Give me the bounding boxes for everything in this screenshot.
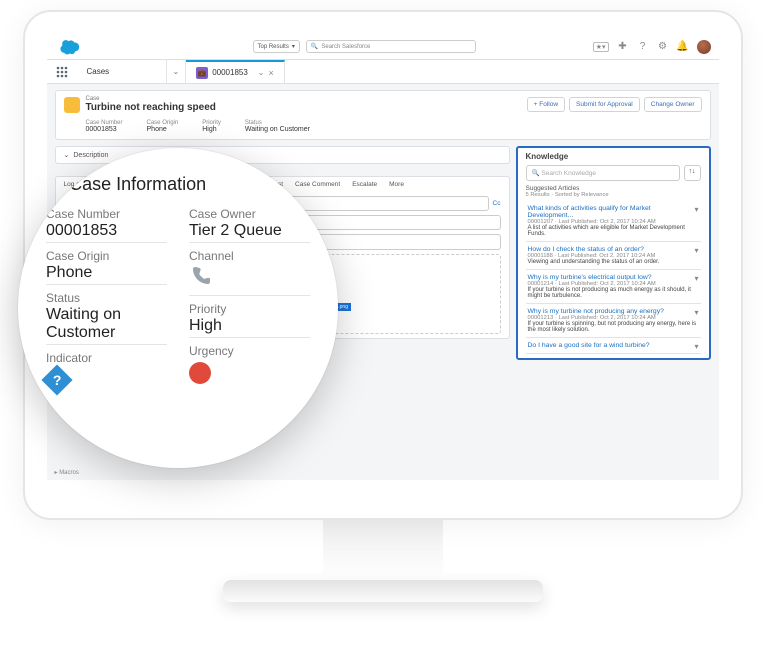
knowledge-article[interactable]: ▾ What kinds of activities qualify for M… xyxy=(526,201,701,242)
knowledge-search-input[interactable]: 🔍 Search Knowledge xyxy=(526,165,680,181)
workspace-nav: Cases ⌄ 💼 00001853 ⌄ × xyxy=(47,60,719,84)
article-title[interactable]: Do I have a good site for a wind turbine… xyxy=(528,342,699,349)
submit-approval-button[interactable]: Submit for Approval xyxy=(569,97,640,112)
search-scope-picker[interactable]: Top Results ▾ xyxy=(253,40,300,53)
knowledge-suggested-label: Suggested Articles xyxy=(526,185,701,192)
article-title[interactable]: What kinds of activities qualify for Mar… xyxy=(528,205,699,219)
hl-casenum: 00001853 xyxy=(86,126,123,133)
search-icon: 🔍 xyxy=(311,43,318,50)
close-icon[interactable]: × xyxy=(269,68,274,78)
article-menu-icon[interactable]: ▾ xyxy=(694,274,698,283)
urgency-indicator-icon xyxy=(189,362,211,384)
app-launcher-icon[interactable] xyxy=(47,60,77,83)
article-desc: Viewing and understanding the status of … xyxy=(528,259,699,265)
article-title[interactable]: How do I check the status of an order? xyxy=(528,246,699,253)
monitor-stand-base xyxy=(223,580,543,602)
article-menu-icon[interactable]: ▾ xyxy=(694,342,698,351)
header-actions: ★▾ ✚ ? ⚙ 🔔 xyxy=(593,40,711,54)
knowledge-sort-button[interactable]: ↑↓ xyxy=(684,165,701,181)
follow-button[interactable]: + Follow xyxy=(527,97,565,112)
tab-record-label: 00001853 xyxy=(212,68,248,77)
article-title[interactable]: Why is my turbine's electrical output lo… xyxy=(528,274,699,281)
chevron-down-icon: ⌄ xyxy=(64,151,70,159)
field-case-number: Case Number 00001853 xyxy=(46,207,167,243)
notification-bell-icon[interactable]: 🔔 xyxy=(677,41,689,53)
hl-priority: High xyxy=(202,126,221,133)
email-cc-toggle[interactable]: Cc xyxy=(493,200,501,207)
knowledge-article[interactable]: ▾ How do I check the status of an order?… xyxy=(526,242,701,270)
utility-bar-macros[interactable]: ▸ Macros xyxy=(55,469,79,476)
action-case-comment[interactable]: Case Comment xyxy=(295,181,340,188)
article-menu-icon[interactable]: ▾ xyxy=(694,246,698,255)
case-icon: 💼 xyxy=(196,67,208,79)
knowledge-panel: Knowledge 🔍 Search Knowledge ↑↓ Suggeste… xyxy=(516,146,711,360)
article-menu-icon[interactable]: ▾ xyxy=(694,308,698,317)
article-desc: A list of activities which are eligible … xyxy=(528,225,699,237)
field-indicator: Indicator ? xyxy=(46,351,167,393)
tab-label: Cases xyxy=(87,67,110,76)
knowledge-article[interactable]: ▾ Why is my turbine not producing any en… xyxy=(526,304,701,338)
zoom-lens: ⌄ Case Information Case Number 00001853 … xyxy=(18,148,338,468)
knowledge-article[interactable]: ▾ Why is my turbine's electrical output … xyxy=(526,270,701,304)
search-scope-label: Top Results xyxy=(258,44,289,50)
phone-icon xyxy=(189,264,213,288)
change-owner-button[interactable]: Change Owner xyxy=(644,97,702,112)
search-placeholder: Search Salesforce xyxy=(321,44,370,50)
help-icon[interactable]: ? xyxy=(637,41,649,53)
field-urgency: Urgency xyxy=(189,344,310,386)
knowledge-title: Knowledge xyxy=(526,152,701,161)
field-priority: Priority High xyxy=(189,302,310,338)
gear-icon[interactable]: ⚙ xyxy=(657,41,669,53)
section-case-information-header[interactable]: ⌄ Case Information xyxy=(46,174,310,195)
case-record-icon xyxy=(64,97,80,113)
action-more[interactable]: More xyxy=(389,181,404,188)
article-title[interactable]: Why is my turbine not producing any ener… xyxy=(528,308,699,315)
highlights-panel: Case Turbine not reaching speed + Follow… xyxy=(55,90,711,140)
avatar[interactable] xyxy=(697,40,711,54)
favorites-button[interactable]: ★▾ xyxy=(593,42,609,52)
article-desc: If your turbine is spinning, but not pro… xyxy=(528,321,699,333)
article-menu-icon[interactable]: ▾ xyxy=(694,205,698,214)
chevron-down-icon[interactable]: ⌄ xyxy=(258,68,265,77)
tab-cases[interactable]: Cases xyxy=(77,60,167,83)
action-escalate[interactable]: Escalate xyxy=(352,181,377,188)
question-diamond-icon: ? xyxy=(41,364,72,395)
chevron-down-icon: ▾ xyxy=(292,43,295,50)
field-channel: Channel xyxy=(189,249,310,296)
tab-cases-menu[interactable]: ⌄ xyxy=(167,60,187,83)
monitor-stand-neck xyxy=(323,520,443,580)
field-case-owner: Case Owner Tier 2 Queue xyxy=(189,207,310,243)
global-header: Top Results ▾ 🔍 Search Salesforce ★▾ ✚ ?… xyxy=(47,34,719,60)
knowledge-list: ▾ What kinds of activities qualify for M… xyxy=(526,201,701,354)
article-desc: If your turbine is not producing as much… xyxy=(528,287,699,299)
field-case-origin: Case Origin Phone xyxy=(46,249,167,285)
field-status: Status Waiting on Customer xyxy=(46,291,167,345)
knowledge-article[interactable]: ▾ Do I have a good site for a wind turbi… xyxy=(526,338,701,354)
add-icon[interactable]: ✚ xyxy=(617,41,629,53)
knowledge-results-count: 5 Results · Sorted by Relevance xyxy=(526,192,701,198)
record-title: Turbine not reaching speed xyxy=(86,102,216,113)
salesforce-logo[interactable] xyxy=(55,38,81,56)
hl-status: Waiting on Customer xyxy=(245,126,310,133)
hl-origin: Phone xyxy=(147,126,179,133)
global-search[interactable]: 🔍 Search Salesforce xyxy=(306,40,476,53)
tab-record[interactable]: 💼 00001853 ⌄ × xyxy=(186,60,285,83)
